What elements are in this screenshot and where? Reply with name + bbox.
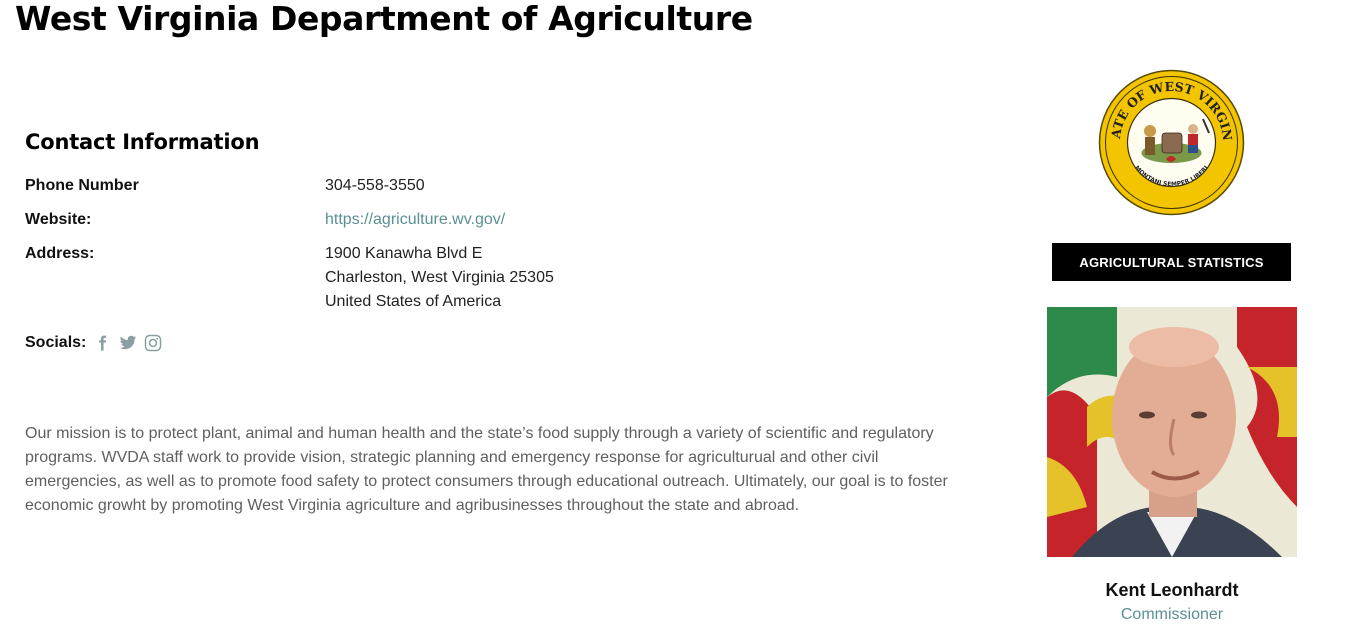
website-link[interactable]: https://agriculture.wv.gov/ [325, 211, 505, 228]
state-seal-logo: STATE OF WEST VIRGINIA MONTANI SEMPER LI… [1098, 69, 1245, 216]
mission-statement: Our mission is to protect plant, animal … [25, 425, 948, 514]
website-label: Website: [25, 211, 92, 228]
address-line-2: Charleston, West Virginia 25305 [325, 269, 554, 286]
facebook-icon[interactable] [94, 334, 112, 352]
socials-label: Socials: [25, 334, 87, 351]
contact-heading: Contact Information [25, 130, 260, 154]
commissioner-photo [1047, 307, 1297, 557]
phone-label: Phone Number [25, 177, 139, 194]
instagram-icon[interactable] [144, 334, 162, 352]
website-value: https://agriculture.wv.gov/ [325, 208, 505, 232]
commissioner-name: Kent Leonhardt [1105, 580, 1239, 600]
address-label: Address: [25, 245, 95, 262]
page-title: West Virginia Department of Agriculture [15, 0, 753, 38]
agricultural-statistics-button[interactable]: AGRICULTURAL STATISTICS [1052, 243, 1291, 281]
address-line-3: United States of America [325, 293, 502, 310]
address-value: 1900 Kanawha Blvd E Charleston, West Vir… [325, 242, 554, 314]
twitter-icon[interactable] [119, 334, 137, 352]
commissioner-title: Commissioner [1120, 606, 1224, 623]
socials-row: Socials: [25, 334, 162, 352]
phone-value: 304-558-3550 [325, 177, 425, 194]
address-line-1: 1900 Kanawha Blvd E [325, 245, 483, 262]
